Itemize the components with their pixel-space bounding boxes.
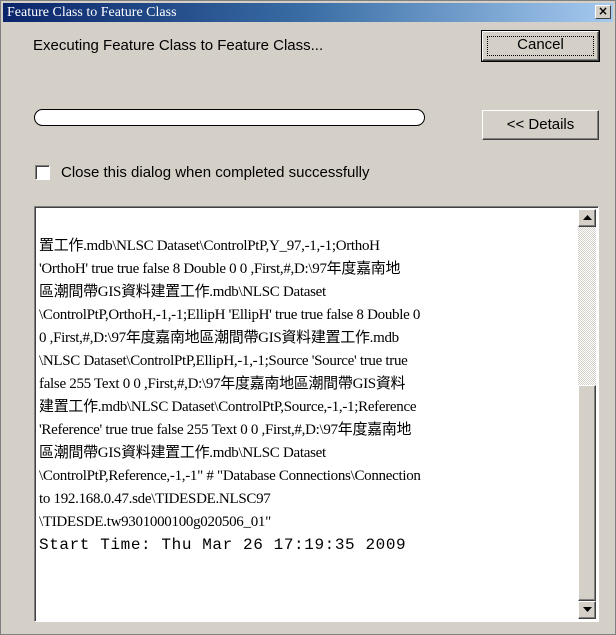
close-when-complete-checkbox[interactable] — [35, 165, 50, 180]
window-title: Feature Class to Feature Class — [7, 5, 177, 20]
log-content: 置工作.mdb\NLSC Dataset\ControlPtP,Y_97,-1,… — [39, 235, 574, 557]
scroll-up-button[interactable] — [578, 209, 596, 227]
log-line: \ControlPtP,OrthoH,-1,-1;EllipH 'EllipH'… — [39, 307, 421, 323]
close-icon[interactable]: × — [595, 5, 611, 19]
details-button-label: << Details — [506, 116, 575, 133]
message-log[interactable]: 置工作.mdb\NLSC Dataset\ControlPtP,Y_97,-1,… — [34, 206, 599, 622]
log-line: \ControlPtP,Reference,-1,-1" # "Database… — [39, 468, 421, 484]
details-button[interactable]: << Details — [482, 110, 599, 140]
log-line: \TIDESDE.tw9301000100g020506_01" — [39, 514, 271, 530]
log-line: to 192.168.0.47.sde\TIDESDE.NLSC97 — [39, 491, 271, 507]
log-line: false 255 Text 0 0 ,First,#,D:\97年度嘉南地區潮… — [39, 376, 406, 392]
log-line: 建置工作.mdb\NLSC Dataset\ControlPtP,Source,… — [39, 399, 417, 415]
log-line: 'OrthoH' true true false 8 Double 0 0 ,F… — [39, 261, 401, 277]
arrow-up-icon — [583, 215, 592, 220]
log-line: 區潮間帶GIS資料建置工作.mdb\NLSC Dataset — [39, 284, 326, 300]
focus-rect — [487, 36, 594, 56]
close-when-complete-label[interactable]: Close this dialog when completed success… — [61, 164, 370, 181]
log-line: 區潮間帶GIS資料建置工作.mdb\NLSC Dataset — [39, 445, 326, 461]
arrow-down-icon — [583, 607, 592, 612]
title-bar[interactable]: Feature Class to Feature Class × — [3, 3, 613, 22]
log-line: 'Reference' true true false 255 Text 0 0… — [39, 422, 412, 438]
log-line: \NLSC Dataset\ControlPtP,EllipH,-1,-1;So… — [39, 353, 408, 369]
scrollbar-thumb[interactable] — [578, 385, 596, 601]
dialog-window: Feature Class to Feature Class × Executi… — [0, 0, 616, 635]
log-line: 置工作.mdb\NLSC Dataset\ControlPtP,Y_97,-1,… — [39, 238, 380, 254]
vertical-scrollbar[interactable] — [578, 209, 596, 619]
cancel-button[interactable]: Cancel — [481, 30, 600, 62]
progress-bar — [34, 109, 425, 126]
status-text: Executing Feature Class to Feature Class… — [33, 37, 324, 54]
log-line: 0 ,First,#,D:\97年度嘉南地區潮間帶GIS資料建置工作.mdb — [39, 330, 399, 346]
start-time-line: Start Time: Thu Mar 26 17:19:35 2009 — [39, 536, 407, 554]
scroll-down-button[interactable] — [578, 601, 596, 619]
